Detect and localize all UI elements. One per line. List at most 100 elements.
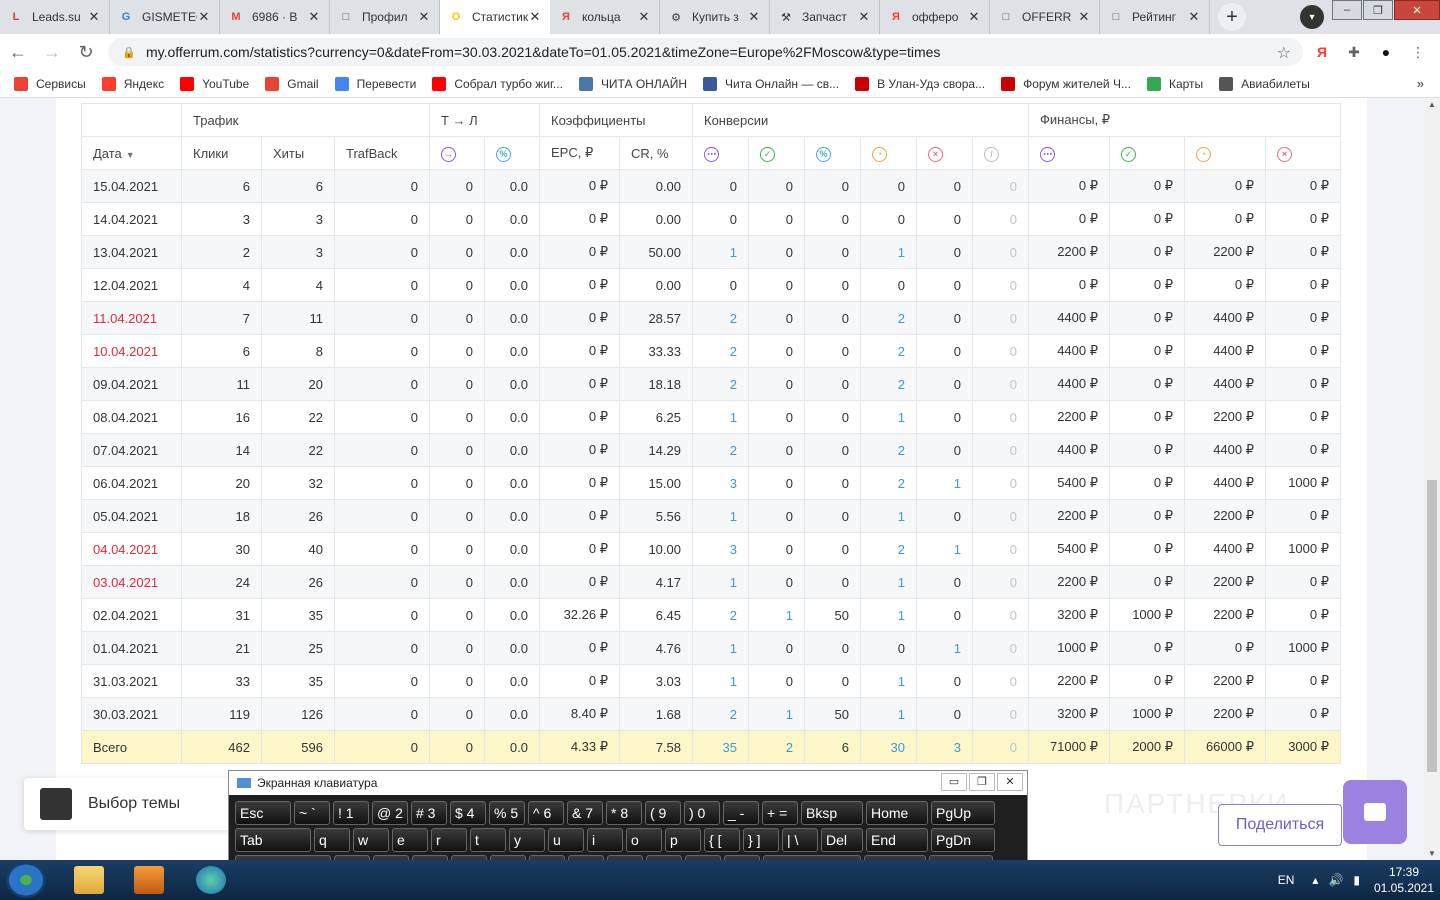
key[interactable]: @ 2 — [372, 801, 408, 825]
tab-close-icon[interactable]: ✕ — [87, 9, 101, 25]
scroll-down-arrow-icon[interactable]: ▼ — [1428, 849, 1436, 858]
browser-tab[interactable]: L Leads.su ✕ — [0, 0, 110, 34]
key[interactable]: w — [353, 828, 389, 852]
tab-close-icon[interactable]: ✕ — [747, 9, 761, 25]
bookmark-item[interactable]: YouTube — [180, 76, 249, 91]
menu-kebab-icon[interactable]: ⋮ — [1408, 42, 1428, 62]
tab-search-icon[interactable]: ▾ — [1300, 5, 1324, 29]
minimize-button[interactable]: – — [1332, 0, 1362, 20]
key[interactable]: { [ — [704, 828, 740, 852]
key[interactable]: ^ 6 — [528, 801, 564, 825]
bookmark-item[interactable]: ЧИТА ОНЛАЙН — [578, 76, 687, 91]
tab-close-icon[interactable]: ✕ — [967, 9, 981, 25]
key[interactable]: PgDn — [931, 828, 995, 852]
key[interactable]: + = — [762, 801, 798, 825]
key[interactable]: PgUp — [931, 801, 995, 825]
osk-close-button[interactable]: ✕ — [997, 773, 1023, 791]
profile-avatar-icon[interactable]: ● — [1376, 42, 1396, 62]
scrollbar-thumb[interactable] — [1427, 480, 1437, 772]
forward-button[interactable]: → — [36, 36, 68, 68]
osk-titlebar[interactable]: Экранная клавиатура ▭ ❐ ✕ — [229, 771, 1027, 795]
bookmark-item[interactable]: В Улан-Удэ свора... — [855, 76, 985, 91]
key[interactable]: y — [509, 828, 545, 852]
key[interactable]: $ 4 — [450, 801, 486, 825]
key[interactable]: e — [392, 828, 428, 852]
new-tab-button[interactable]: + — [1218, 3, 1246, 31]
key[interactable]: Del — [821, 828, 863, 852]
bookmark-item[interactable]: Авиабилеты — [1219, 76, 1310, 91]
tab-close-icon[interactable]: ✕ — [197, 9, 211, 25]
key[interactable]: u — [548, 828, 584, 852]
clock[interactable]: 17:39 01.05.2021 — [1368, 864, 1440, 896]
key[interactable]: * 8 — [606, 801, 642, 825]
browser-tab[interactable]: O Статистик ✕ — [440, 0, 550, 34]
bookmark-item[interactable]: Gmail — [265, 76, 319, 91]
network-icon[interactable]: ▮ — [1353, 873, 1360, 887]
bookmark-item[interactable]: Чита Онлайн — св... — [703, 76, 839, 91]
column-header[interactable]: Дата ▼ — [81, 136, 182, 170]
share-button[interactable]: Поделиться — [1218, 804, 1342, 846]
browser-tab[interactable]: ⚒ Запчаст ✕ — [770, 0, 880, 34]
bookmark-star-icon[interactable]: ☆ — [1277, 43, 1291, 63]
bookmarks-more-button[interactable]: » — [1417, 76, 1424, 91]
osk-maximize-button[interactable]: ❐ — [969, 773, 995, 791]
address-bar[interactable]: 🔒 my.offerrum.com/statistics?currency=0&… — [108, 38, 1303, 66]
bookmark-item[interactable]: Яндекс — [101, 76, 164, 91]
key[interactable]: p — [665, 828, 701, 852]
key[interactable]: ( 9 — [645, 801, 681, 825]
browser-tab[interactable]: □ OFFERR ✕ — [990, 0, 1100, 34]
key[interactable]: # 3 — [411, 801, 447, 825]
key[interactable]: Tab — [235, 828, 311, 852]
tab-close-icon[interactable]: ✕ — [1187, 9, 1201, 25]
key[interactable]: } ] — [743, 828, 779, 852]
volume-icon[interactable]: 🔊 — [1328, 873, 1343, 887]
start-button[interactable] — [6, 862, 46, 898]
key[interactable]: Esc — [235, 801, 291, 825]
browser-tab[interactable]: □ Рейтинг ✕ — [1100, 0, 1210, 34]
tab-close-icon[interactable]: ✕ — [857, 9, 871, 25]
tab-close-icon[interactable]: ✕ — [528, 9, 542, 25]
maximize-button[interactable]: ❐ — [1363, 0, 1393, 20]
sort-down-icon[interactable]: ▼ — [126, 150, 135, 160]
file-explorer-icon[interactable] — [74, 866, 104, 894]
browser-tab[interactable]: G GISMETEO✕ — [110, 0, 220, 34]
language-indicator[interactable]: EN — [1278, 873, 1295, 887]
theme-selector[interactable]: Выбор темы — [24, 778, 234, 830]
tray-up-arrow-icon[interactable]: ▴ — [1312, 873, 1318, 887]
key[interactable]: | \ — [782, 828, 818, 852]
browser-tab[interactable]: □ Профил ✕ — [330, 0, 440, 34]
back-button[interactable]: ← — [2, 36, 34, 68]
bookmark-item[interactable]: Перевести — [334, 76, 416, 91]
tab-close-icon[interactable]: ✕ — [637, 9, 651, 25]
key[interactable]: t — [470, 828, 506, 852]
key[interactable]: % 5 — [489, 801, 525, 825]
extensions-puzzle-icon[interactable]: ✚ — [1344, 42, 1364, 62]
key[interactable]: i — [587, 828, 623, 852]
key[interactable]: & 7 — [567, 801, 603, 825]
key[interactable]: _ - — [723, 801, 759, 825]
key[interactable]: Bksp — [801, 801, 863, 825]
reload-button[interactable]: ↻ — [70, 36, 102, 68]
tab-close-icon[interactable]: ✕ — [307, 9, 321, 25]
yandex-extension-icon[interactable]: Я — [1312, 42, 1332, 62]
key[interactable]: q — [314, 828, 350, 852]
chat-button[interactable] — [1343, 780, 1407, 844]
tab-close-icon[interactable]: ✕ — [417, 9, 431, 25]
media-player-icon[interactable] — [134, 866, 164, 894]
edge-browser-icon[interactable] — [196, 866, 226, 894]
vertical-scrollbar[interactable]: ▲ ▼ — [1424, 98, 1440, 860]
browser-tab[interactable]: Яофферо ✕ — [880, 0, 990, 34]
key[interactable]: End — [866, 828, 928, 852]
browser-tab[interactable]: ⚙ Купить з ✕ — [660, 0, 770, 34]
tab-close-icon[interactable]: ✕ — [1077, 9, 1091, 25]
scroll-up-arrow-icon[interactable]: ▲ — [1428, 100, 1436, 109]
bookmark-item[interactable]: Сервисы — [14, 76, 86, 91]
osk-minimize-button[interactable]: ▭ — [941, 773, 967, 791]
bookmark-item[interactable]: Форум жителей Ч... — [1001, 76, 1131, 91]
key[interactable]: r — [431, 828, 467, 852]
key[interactable]: ! 1 — [333, 801, 369, 825]
key[interactable]: o — [626, 828, 662, 852]
browser-tab[interactable]: M 6986 · В ✕ — [220, 0, 330, 34]
key[interactable]: ) 0 — [684, 801, 720, 825]
key[interactable]: Home — [866, 801, 928, 825]
